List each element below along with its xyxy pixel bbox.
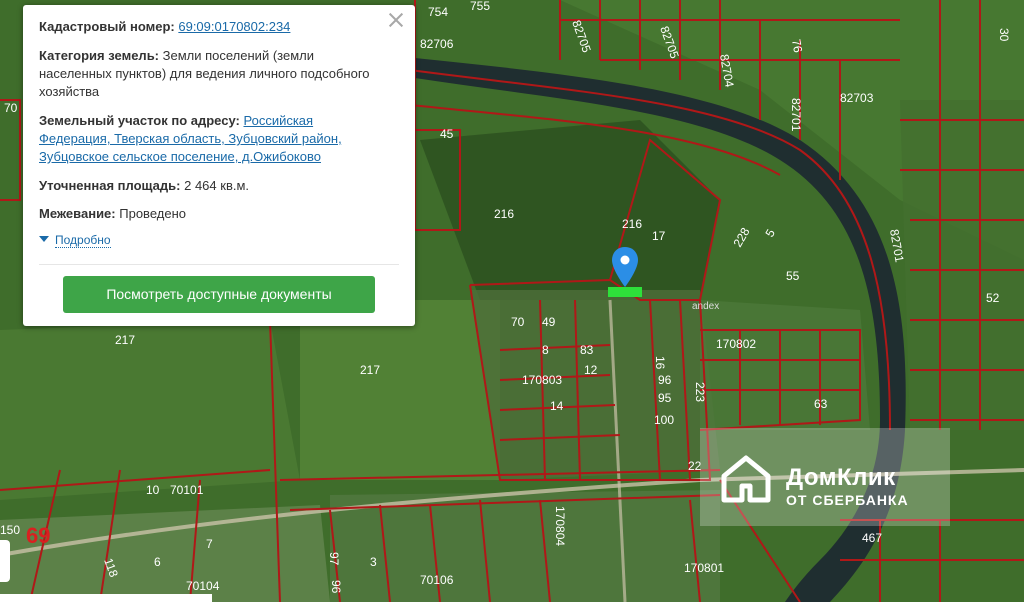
parcel-label: 55 [786, 269, 800, 283]
parcel-label: 8 [542, 343, 549, 357]
divider [39, 264, 399, 265]
parcel-info-popup: Кадастровый номер: 69:09:0170802:234 Кат… [23, 5, 415, 326]
survey-value: Проведено [119, 206, 186, 221]
parcel-label: 16 [653, 356, 667, 370]
parcel-label: 3 [370, 555, 377, 569]
view-documents-button[interactable]: Посмотреть доступные документы [63, 276, 375, 313]
area-row: Уточненная площадь: 2 464 кв.м. [39, 177, 379, 195]
map-attribution: andex [692, 301, 720, 312]
parcel-label: 223 [693, 382, 707, 402]
parcel-label: 97 [327, 552, 341, 566]
parcel-label: 70 [511, 315, 525, 329]
category-row: Категория земель: Земли поселений (земли… [39, 47, 379, 101]
parcel-label: 52 [986, 291, 1000, 305]
parcel-label: 76 [789, 38, 805, 54]
cadastral-number-link[interactable]: 69:09:0170802:234 [178, 19, 290, 34]
parcel-label: 82706 [420, 37, 454, 51]
parcel-label: 95 [658, 391, 672, 405]
parcel-label: 70101 [170, 483, 204, 497]
address-label: Земельный участок по адресу: [39, 113, 240, 128]
parcel-label: 754 [428, 5, 448, 19]
survey-label: Межевание: [39, 206, 116, 221]
parcel-label: 170803 [522, 373, 562, 387]
watermark-brand: ДомКлик [786, 464, 896, 491]
parcel-label: 45 [440, 127, 454, 141]
area-label: Уточненная площадь: [39, 178, 181, 193]
parcel-label: 150 [0, 523, 20, 537]
parcel-label: 216 [622, 217, 642, 231]
cadastral-label: Кадастровый номер: [39, 19, 175, 34]
details-link-label: Подробно [55, 233, 111, 248]
parcel-label: 170801 [684, 561, 724, 575]
cadastral-row: Кадастровый номер: 69:09:0170802:234 [39, 18, 379, 36]
parcel-label: 96 [329, 580, 343, 594]
details-toggle[interactable]: Подробно [39, 233, 111, 248]
parcel-label: 217 [115, 333, 135, 347]
parcel-label: 170804 [553, 506, 567, 546]
survey-row: Межевание: Проведено [39, 205, 379, 223]
close-icon[interactable] [387, 11, 405, 29]
category-label: Категория земель: [39, 48, 160, 63]
parcel-label: 216 [494, 207, 514, 221]
parcel-label: 30 [997, 28, 1011, 42]
parcel-label: 70 [4, 101, 18, 115]
parcel-label: 100 [654, 413, 674, 427]
parcel-label: 12 [584, 363, 598, 377]
parcel-label: 82703 [840, 91, 874, 105]
parcel-label: 96 [658, 373, 672, 387]
map-control[interactable] [0, 540, 10, 582]
area-value: 2 464 кв.м. [184, 178, 250, 193]
parcel-label: 69 [26, 523, 50, 548]
parcel-label: 10 [146, 483, 160, 497]
address-row: Земельный участок по адресу: Российская … [39, 112, 379, 166]
parcel-label: 467 [862, 531, 882, 545]
parcel-label: 63 [814, 397, 828, 411]
parcel-label: 82701 [789, 98, 803, 132]
bottom-bar [0, 594, 212, 602]
watermark-sub: ОТ СБЕРБАНКА [786, 492, 909, 508]
domclick-watermark: ДомКлик ОТ СБЕРБАНКА [700, 428, 950, 526]
parcel-label: 217 [360, 363, 380, 377]
parcel-label: 170802 [716, 337, 756, 351]
house-logo-icon [721, 455, 771, 503]
parcel-label: 17 [652, 229, 666, 243]
parcel-label: 7 [206, 537, 213, 551]
parcel-label: 70104 [186, 579, 220, 593]
parcel-label: 83 [580, 343, 594, 357]
parcel-label: 14 [550, 399, 564, 413]
parcel-label: 755 [470, 0, 490, 13]
parcel-label: 6 [154, 555, 161, 569]
selected-parcel [608, 287, 642, 297]
parcel-label: 70106 [420, 573, 454, 587]
parcel-label: 49 [542, 315, 556, 329]
chevron-down-icon [39, 236, 49, 242]
